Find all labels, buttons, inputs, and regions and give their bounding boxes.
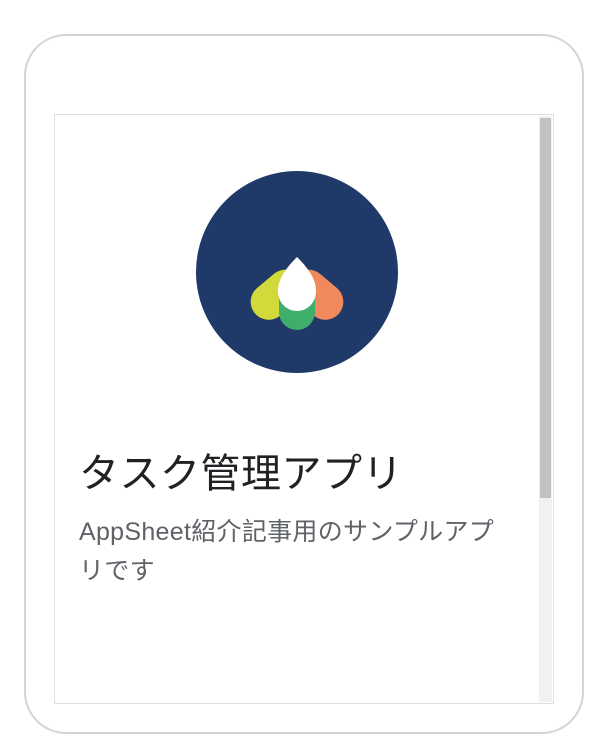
scrollbar-track[interactable]: [539, 116, 552, 702]
app-logo-icon: [196, 171, 398, 373]
content-area: タスク管理アプリ AppSheet紹介記事用のサンプルアプリです: [55, 115, 539, 703]
app-screen: タスク管理アプリ AppSheet紹介記事用のサンプルアプリです: [54, 114, 554, 704]
logo-container: [79, 171, 515, 373]
app-title: タスク管理アプリ: [79, 441, 515, 499]
device-frame: タスク管理アプリ AppSheet紹介記事用のサンプルアプリです: [24, 34, 584, 734]
scrollbar-thumb[interactable]: [540, 118, 551, 498]
app-description: AppSheet紹介記事用のサンプルアプリです: [79, 513, 515, 591]
